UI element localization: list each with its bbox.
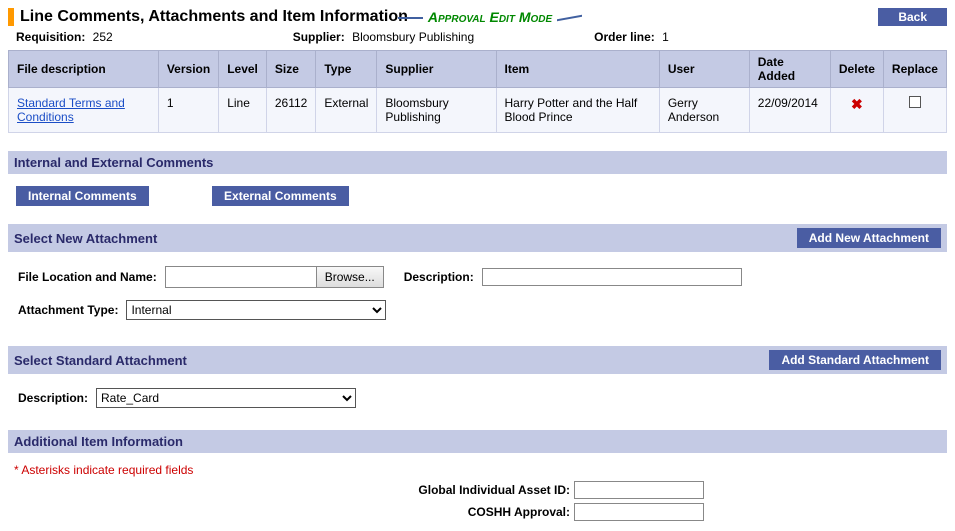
table-row: Standard Terms and Conditions 1 Line 261… bbox=[9, 88, 947, 133]
col-date-added: Date Added bbox=[749, 51, 830, 88]
col-level: Level bbox=[219, 51, 267, 88]
col-item: Item bbox=[496, 51, 659, 88]
header-accent bbox=[8, 8, 14, 26]
file-location-label: File Location and Name: bbox=[18, 270, 157, 284]
cell-date: 22/09/2014 bbox=[749, 88, 830, 133]
global-asset-id-label: Global Individual Asset ID: bbox=[14, 483, 574, 497]
external-comments-button[interactable]: External Comments bbox=[212, 186, 349, 206]
requisition-label: Requisition: bbox=[16, 30, 85, 44]
attachments-table: File description Version Level Size Type… bbox=[8, 50, 947, 133]
supplier-label: Supplier: bbox=[293, 30, 345, 44]
delete-icon[interactable]: ✖ bbox=[839, 96, 875, 113]
cell-level: Line bbox=[219, 88, 267, 133]
cell-item: Harry Potter and the Half Blood Prince bbox=[496, 88, 659, 133]
col-replace: Replace bbox=[883, 51, 946, 88]
std-description-label: Description: bbox=[18, 391, 88, 405]
section-additional: Additional Item Information bbox=[8, 430, 947, 453]
section-comments: Internal and External Comments bbox=[8, 151, 947, 174]
std-description-select[interactable]: Rate_Card bbox=[96, 388, 356, 408]
cell-user: Gerry Anderson bbox=[659, 88, 749, 133]
section-new-attachment-title: Select New Attachment bbox=[14, 231, 157, 246]
cell-type: External bbox=[316, 88, 377, 133]
col-file-desc: File description bbox=[9, 51, 159, 88]
col-size: Size bbox=[266, 51, 315, 88]
section-std-attachment: Select Standard Attachment Add Standard … bbox=[8, 346, 947, 374]
col-version: Version bbox=[158, 51, 218, 88]
mode-badge: Approval Edit Mode bbox=[428, 9, 552, 25]
requisition-value: 252 bbox=[93, 30, 113, 44]
page-title: Line Comments, Attachments and Item Info… bbox=[20, 8, 408, 26]
attachment-type-select[interactable]: Internal bbox=[126, 300, 386, 320]
col-type: Type bbox=[316, 51, 377, 88]
col-delete: Delete bbox=[830, 51, 883, 88]
cell-version: 1 bbox=[158, 88, 218, 133]
global-asset-id-input[interactable] bbox=[574, 481, 704, 499]
cell-supplier: Bloomsbury Publishing bbox=[377, 88, 496, 133]
description-label: Description: bbox=[404, 270, 474, 284]
supplier-value: Bloomsbury Publishing bbox=[352, 30, 474, 44]
section-new-attachment: Select New Attachment Add New Attachment bbox=[8, 224, 947, 252]
back-button[interactable]: Back bbox=[878, 8, 947, 26]
internal-comments-button[interactable]: Internal Comments bbox=[16, 186, 149, 206]
required-note: * Asterisks indicate required fields bbox=[8, 461, 947, 479]
browse-button[interactable]: Browse... bbox=[316, 267, 383, 287]
section-additional-title: Additional Item Information bbox=[14, 434, 183, 449]
coshh-approval-label: COSHH Approval: bbox=[14, 505, 574, 519]
replace-checkbox[interactable] bbox=[909, 96, 921, 108]
cell-size: 26112 bbox=[266, 88, 315, 133]
add-new-attachment-button[interactable]: Add New Attachment bbox=[797, 228, 941, 248]
file-path-input[interactable] bbox=[166, 267, 316, 287]
orderline-label: Order line: bbox=[594, 30, 655, 44]
orderline-value: 1 bbox=[662, 30, 669, 44]
col-supplier: Supplier bbox=[377, 51, 496, 88]
file-input-wrap: Browse... bbox=[165, 266, 384, 288]
attachment-type-label: Attachment Type: bbox=[18, 303, 118, 317]
section-std-attachment-title: Select Standard Attachment bbox=[14, 353, 187, 368]
add-standard-attachment-button[interactable]: Add Standard Attachment bbox=[769, 350, 941, 370]
coshh-approval-input[interactable] bbox=[574, 503, 704, 521]
file-link[interactable]: Standard Terms and Conditions bbox=[17, 96, 125, 124]
section-comments-title: Internal and External Comments bbox=[14, 155, 213, 170]
description-input[interactable] bbox=[482, 268, 742, 286]
col-user: User bbox=[659, 51, 749, 88]
